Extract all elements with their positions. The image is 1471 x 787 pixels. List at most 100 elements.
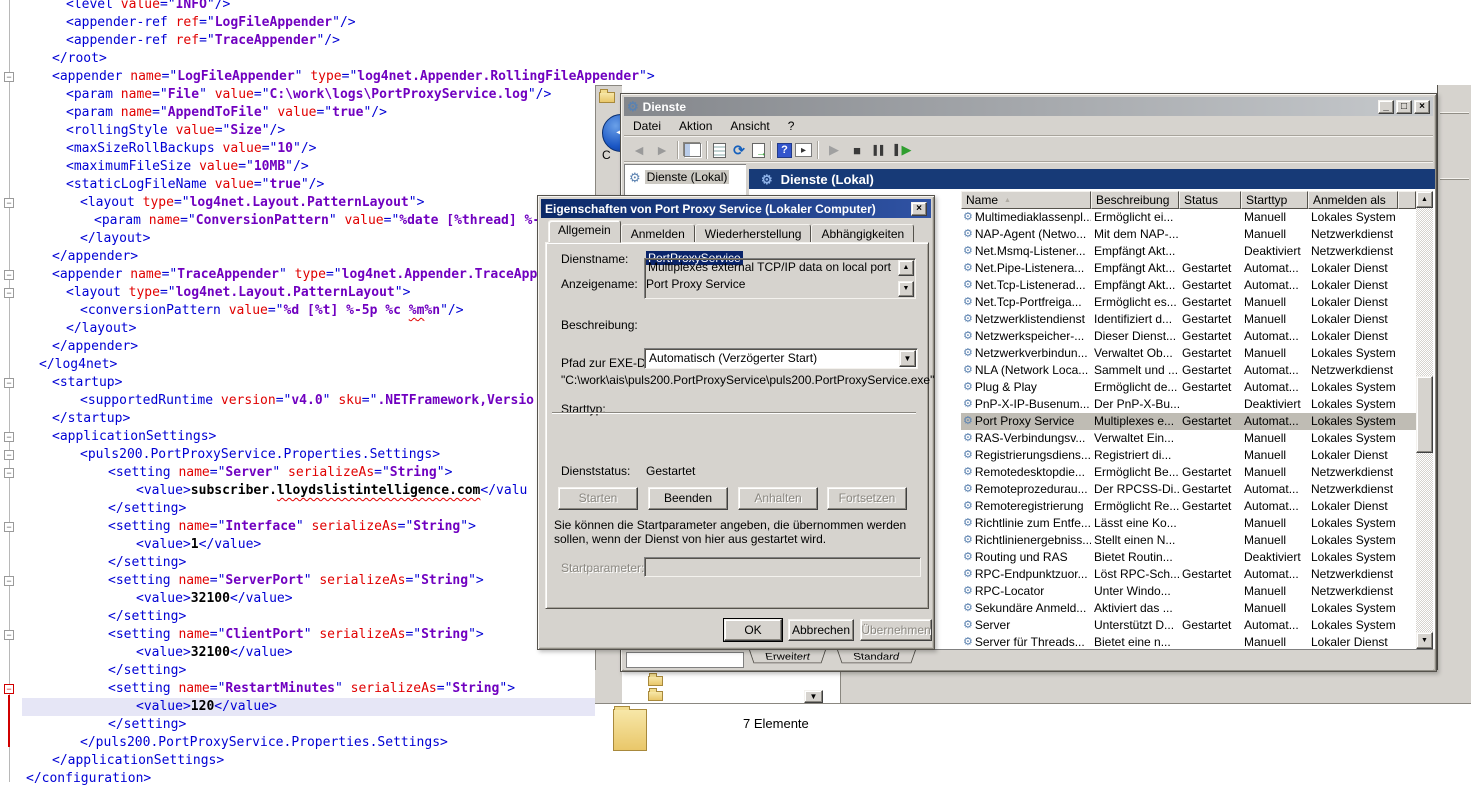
scrollbar-thumb[interactable] <box>1416 376 1433 453</box>
code-line[interactable]: <appender name="TraceAppender" type="log… <box>52 266 537 284</box>
ok-button[interactable]: OK <box>724 619 782 641</box>
code-line[interactable]: <param name="AppendToFile" value="true"/… <box>66 104 387 122</box>
tab-anmelden[interactable]: Anmelden <box>621 224 695 243</box>
back-icon[interactable] <box>629 141 649 159</box>
tab-abhaengigkeiten[interactable]: Abhängigkeiten <box>811 224 914 243</box>
stop-service-icon[interactable] <box>847 141 867 159</box>
column-header-anmeldenals[interactable]: Anmelden als <box>1308 191 1398 209</box>
services-titlebar[interactable]: ⚙ Dienste _ □ × <box>624 97 1433 116</box>
fold-toggle-icon[interactable]: − <box>4 378 14 388</box>
pause-service-icon[interactable] <box>870 141 890 159</box>
service-row[interactable]: ⚙Richtlinie zum Entfe...Lässt eine Ko...… <box>961 515 1416 532</box>
uebernehmen-button[interactable]: Übernehmen <box>860 619 932 641</box>
code-line[interactable]: <setting name="ServerPort" serializeAs="… <box>108 572 484 590</box>
starten-button[interactable]: Starten <box>558 487 638 510</box>
service-row[interactable]: ⚙Remotedesktopdie...Ermöglicht Be...Gest… <box>961 464 1416 481</box>
code-line[interactable]: </applicationSettings> <box>52 752 224 770</box>
tree-item-dienste-lokal[interactable]: ⚙ Dienste (Lokal) <box>629 170 746 184</box>
forward-icon[interactable] <box>652 141 672 159</box>
fold-toggle-icon[interactable]: − <box>4 270 14 280</box>
code-line[interactable]: </startup> <box>52 410 130 428</box>
service-row[interactable]: ⚙Net.Pipe-Listenera...Empfängt Akt...Ges… <box>961 260 1416 277</box>
code-line[interactable]: <setting name="ClientPort" serializeAs="… <box>108 626 484 644</box>
menu-item-ansicht[interactable]: Ansicht <box>721 117 778 135</box>
code-line[interactable]: <value>32100</value> <box>136 590 293 608</box>
code-line[interactable]: </setting> <box>108 500 186 518</box>
dialog-titlebar[interactable]: Eigenschaften von Port Proxy Service (Lo… <box>541 199 931 218</box>
service-row[interactable]: ⚙Netzwerkspeicher-...Dieser Dienst...Ges… <box>961 328 1416 345</box>
code-line[interactable]: </setting> <box>108 608 186 626</box>
service-row[interactable]: ⚙Net.Tcp-Portfreiga...Ermöglicht es...Ge… <box>961 294 1416 311</box>
help-icon[interactable] <box>777 143 792 158</box>
code-line[interactable]: <rollingStyle value="Size"/> <box>66 122 285 140</box>
abbrechen-button[interactable]: Abbrechen <box>788 619 854 641</box>
service-row[interactable]: ⚙Server für Threads...Bietet eine n...Ma… <box>961 634 1416 649</box>
code-line[interactable]: <setting name="Server" serializeAs="Stri… <box>108 464 452 482</box>
service-row[interactable]: ⚙Net.Tcp-Listenerad...Empfängt Akt...Ges… <box>961 277 1416 294</box>
minimize-button[interactable]: _ <box>1378 100 1394 114</box>
fold-toggle-icon[interactable]: − <box>4 432 14 442</box>
service-row[interactable]: ⚙RemoteregistrierungErmöglicht Re...Gest… <box>961 498 1416 515</box>
service-row[interactable]: ⚙Plug & PlayErmöglicht de...GestartetAut… <box>961 379 1416 396</box>
code-line[interactable]: <applicationSettings> <box>52 428 216 446</box>
service-row[interactable]: ⚙Registrierungsdiens...Registriert di...… <box>961 447 1416 464</box>
service-row[interactable]: ⚙Remoteprozedurau...Der RPCSS-Di...Gesta… <box>961 481 1416 498</box>
maximize-button[interactable]: □ <box>1396 100 1412 114</box>
service-row[interactable]: ⚙RPC-LocatorUnter Windo...ManuellNetzwer… <box>961 583 1416 600</box>
beschreibung-field[interactable]: Multiplexes external TCP/IP data on loca… <box>644 258 916 299</box>
column-header-filler[interactable] <box>1398 191 1416 209</box>
startparameter-input[interactable] <box>644 557 921 577</box>
code-line[interactable]: <maximumFileSize value="10MB"/> <box>66 158 309 176</box>
fold-toggle-icon[interactable]: − <box>4 630 14 640</box>
code-line[interactable]: </setting> <box>108 662 186 680</box>
code-line[interactable]: <layout type="log4net.Layout.PatternLayo… <box>80 194 424 212</box>
code-line[interactable]: <level value="INFO"/> <box>66 0 230 14</box>
fold-toggle-icon[interactable]: − <box>4 684 14 694</box>
menu-item-[interactable]: ? <box>779 117 804 135</box>
code-line[interactable]: <value>1</value> <box>136 536 261 554</box>
code-line[interactable]: </layout> <box>80 230 150 248</box>
code-line[interactable]: </setting> <box>108 716 186 734</box>
code-line[interactable]: <param name="File" value="C:\work\logs\P… <box>66 86 551 104</box>
column-header-beschreibung[interactable]: Beschreibung <box>1091 191 1179 209</box>
service-row[interactable]: ⚙RPC-Endpunktzuor...Löst RPC-Sch...Gesta… <box>961 566 1416 583</box>
anhalten-button[interactable]: Anhalten <box>738 487 818 510</box>
bottom-tab-erweitert[interactable]: Erweitert <box>749 650 826 663</box>
fold-toggle-icon[interactable]: − <box>4 198 14 208</box>
explorer-file-list[interactable]: ▼ <box>622 672 841 703</box>
beenden-button[interactable]: Beenden <box>648 487 728 510</box>
scroll-up-icon[interactable]: ▲ <box>898 260 914 276</box>
service-row[interactable]: ⚙PnP-X-IP-Busenum...Der PnP-X-Bu...Deakt… <box>961 396 1416 413</box>
menu-item-aktion[interactable]: Aktion <box>670 117 721 135</box>
code-line[interactable]: </layout> <box>66 320 136 338</box>
code-line[interactable]: <appender-ref ref="LogFileAppender"/> <box>66 14 356 32</box>
code-line[interactable]: <layout type="log4net.Layout.PatternLayo… <box>66 284 410 302</box>
chevron-down-icon[interactable]: ▼ <box>804 690 823 703</box>
service-row[interactable]: ⚙NetzwerklistendienstIdentifiziert d...G… <box>961 311 1416 328</box>
service-row[interactable]: ⚙NLA (Network Loca...Sammelt und ...Gest… <box>961 362 1416 379</box>
service-row[interactable]: ⚙Net.Msmq-Listener...Empfängt Akt...Deak… <box>961 243 1416 260</box>
code-line[interactable]: </setting> <box>108 554 186 572</box>
code-line[interactable]: </appender> <box>52 338 138 356</box>
service-row[interactable]: ⚙Richtlinienergebniss...Stellt einen N..… <box>961 532 1416 549</box>
code-line[interactable]: <startup> <box>52 374 122 392</box>
code-line[interactable]: <conversionPattern value="%d [%t] %-5p %… <box>80 302 464 320</box>
properties-icon[interactable] <box>713 143 726 158</box>
fold-toggle-icon[interactable]: − <box>4 450 14 460</box>
bottom-tab-standard[interactable]: Standard <box>837 650 916 663</box>
back-button[interactable]: ◄ <box>602 114 622 152</box>
export-list-icon[interactable] <box>752 143 765 158</box>
chevron-down-icon[interactable]: ▼ <box>899 350 916 367</box>
column-header-starttyp[interactable]: Starttyp <box>1241 191 1308 209</box>
code-line[interactable]: <maxSizeRollBackups value="10"/> <box>66 140 316 158</box>
service-row[interactable]: ⚙Netzwerkverbindun...Verwaltet Ob...Gest… <box>961 345 1416 362</box>
fold-toggle-icon[interactable]: − <box>4 468 14 478</box>
service-row[interactable]: ⚙NAP-Agent (Netwo...Mit dem NAP-...Manue… <box>961 226 1416 243</box>
code-line[interactable]: <supportedRuntime version="v4.0" sku=".N… <box>80 392 534 410</box>
fold-toggle-icon[interactable]: − <box>4 72 14 82</box>
service-row[interactable]: ⚙Port Proxy ServiceMultiplexes e...Gesta… <box>961 413 1416 430</box>
code-line[interactable]: </puls200.PortProxyService.Properties.Se… <box>80 734 448 752</box>
code-line[interactable]: <appender name="LogFileAppender" type="l… <box>52 68 655 86</box>
close-icon[interactable]: × <box>911 202 927 216</box>
scroll-down-icon[interactable]: ▼ <box>1416 632 1433 649</box>
